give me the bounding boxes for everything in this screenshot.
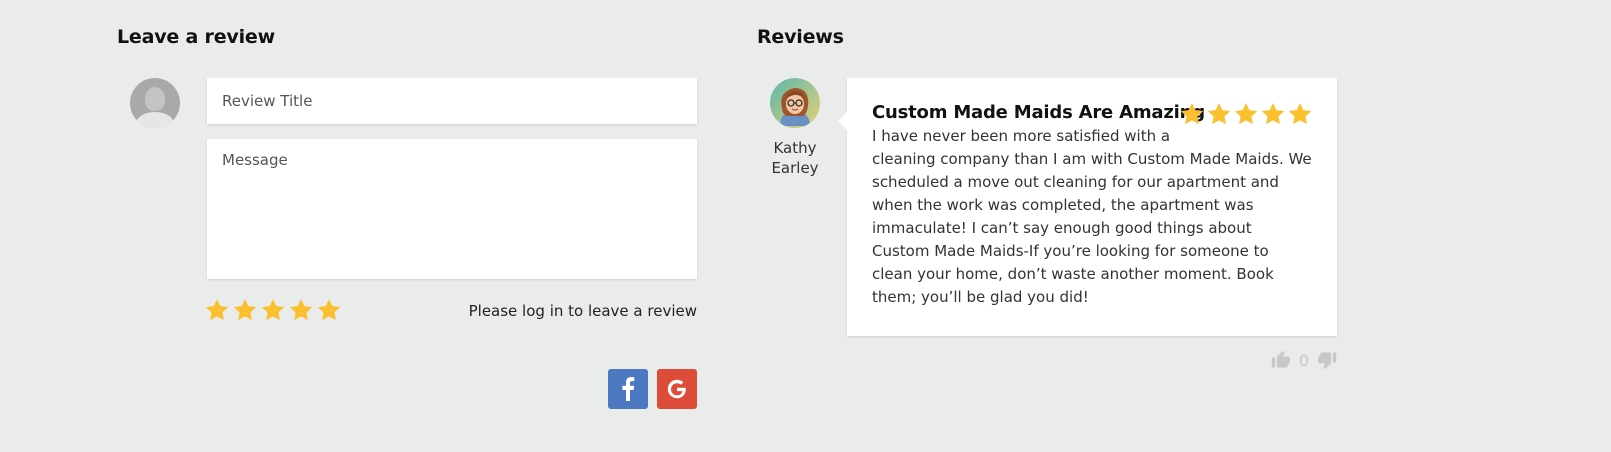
review-votes: 0 (1271, 350, 1337, 370)
review-title-input[interactable] (207, 78, 697, 124)
social-login (608, 369, 697, 409)
star-icon (1287, 101, 1313, 127)
google-login-button[interactable] (657, 369, 697, 409)
review-title: Custom Made Maids Are Amazing (872, 102, 1205, 123)
reviews-heading: Reviews (757, 26, 844, 48)
login-prompt: Please log in to leave a review (468, 302, 697, 320)
star-icon (1233, 101, 1259, 127)
star-icon[interactable] (316, 297, 342, 323)
facebook-icon (622, 377, 635, 401)
google-icon (667, 379, 686, 399)
facebook-login-button[interactable] (608, 369, 648, 409)
leave-review-heading: Leave a review (117, 26, 275, 48)
vote-count: 0 (1298, 350, 1309, 370)
review-message-input[interactable] (207, 139, 697, 279)
leave-review-section: Leave a review Please log in to leave a … (117, 26, 697, 409)
star-icon (1206, 101, 1232, 127)
star-icon (1260, 101, 1286, 127)
thumbs-down-icon[interactable] (1317, 350, 1337, 370)
rating-input[interactable] (204, 297, 342, 323)
star-icon[interactable] (288, 297, 314, 323)
review-body: I have never been more satisfied with a … (872, 127, 1312, 306)
star-icon (1179, 101, 1205, 127)
thumbs-up-icon[interactable] (1271, 350, 1291, 370)
star-icon[interactable] (204, 297, 230, 323)
reviewer-name: Kathy Earley (771, 139, 819, 177)
user-avatar-placeholder (130, 78, 180, 128)
review-card: Custom Made Maids Are Amazing I have nev… (838, 78, 1337, 336)
reviewer-avatar (770, 78, 820, 128)
star-icon[interactable] (232, 297, 258, 323)
reviews-section: Reviews Kathy Earley Custom Made Maids A… (757, 26, 1337, 370)
review-rating (1179, 101, 1313, 127)
star-icon[interactable] (260, 297, 286, 323)
